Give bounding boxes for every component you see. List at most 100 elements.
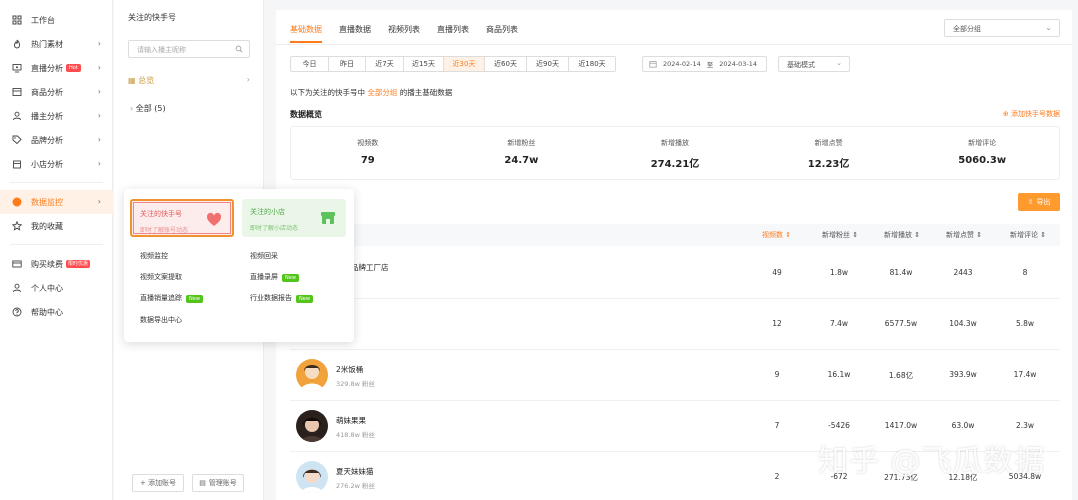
manage-icon: ▤ — [199, 479, 206, 487]
menu-video-script-extract[interactable]: 视频文案提取 — [140, 272, 182, 282]
account-fans: 329.8w 粉丝 — [336, 380, 375, 388]
stat-value: 79 — [360, 155, 375, 166]
column-header-new-fans[interactable]: 新增粉丝 ⇕ — [822, 230, 858, 240]
column-label: 新增播放 — [884, 231, 912, 239]
nav-item-brand-analysis[interactable]: 品牌分析 › — [0, 128, 113, 152]
nav-label: 小店分析 — [31, 159, 63, 169]
range-yesterday[interactable]: 昨日 — [329, 57, 366, 71]
nav-label: 品牌分析 — [31, 135, 63, 145]
column-header-videos[interactable]: 视频数 ⇕ — [762, 230, 791, 240]
range-today[interactable]: 今日 — [291, 57, 329, 71]
nav-item-data-monitor[interactable]: 数据监控 › — [0, 190, 113, 214]
menu-label: 行业数据报告 — [250, 294, 292, 302]
nav-item-workbench[interactable]: 工作台 — [0, 8, 113, 32]
manage-label: 管理账号 — [208, 479, 237, 487]
nav-divider — [10, 244, 103, 245]
cell-plays: 6577.5w — [884, 319, 918, 328]
all-accounts-item[interactable]: › 全部 (5) — [130, 103, 166, 114]
tab-divider — [276, 44, 1072, 45]
nav-label: 购买续费 — [31, 259, 63, 269]
data-description: 以下为关注的快手号中 全部分组 的播主基础数据 — [290, 87, 452, 98]
date-separator: 至 — [706, 61, 714, 69]
plus-circle-icon: ⊕ — [1002, 110, 1011, 118]
table-row[interactable]: 2米饭桶 329.8w 粉丝 9 16.1w 1.68亿 393.9w 17.4… — [290, 350, 1060, 401]
add-account-button[interactable]: + 添加账号 — [132, 474, 184, 492]
table-row[interactable]: 宸 粉丝 12 7.4w 6577.5w 104.3w 5.8w — [290, 299, 1060, 350]
nav-label: 数据监控 — [31, 197, 63, 207]
nav-item-streamer-analysis[interactable]: 播主分析 › — [0, 104, 113, 128]
date-end: 2024-03-14 — [719, 60, 758, 68]
followed-store-card[interactable]: 关注的小店 即时了解小店动态 — [242, 199, 346, 237]
overview-group[interactable]: ▦ 总览 › — [128, 75, 250, 86]
date-range-tabs: 今日 昨日 近7天 近15天 近30天 近60天 近90天 近180天 — [290, 56, 616, 72]
tab-bar: 基础数据 直播数据 视频列表 直播列表 商品列表 — [290, 24, 535, 43]
sort-icon: ⇕ — [785, 231, 792, 239]
column-header-new-comments[interactable]: 新增评论 ⇕ — [1010, 230, 1046, 240]
person-icon — [12, 283, 22, 293]
mode-select[interactable]: 基础模式 ⌄ — [778, 56, 850, 72]
stat-new-comments: 新增评论 5060.3w — [905, 127, 1059, 179]
card-title: 关注的快手号 — [140, 210, 182, 218]
group-select[interactable]: 全部分组 ⌄ — [944, 19, 1060, 37]
menu-data-export-center[interactable]: 数据导出中心 — [140, 315, 182, 325]
menu-live-sales-tracking[interactable]: 直播销量追踪 New — [140, 293, 203, 303]
card-icon — [12, 259, 22, 269]
range-30d[interactable]: 近30天 — [444, 57, 485, 71]
account-name[interactable]: 2米饭桶 — [336, 364, 363, 375]
avatar[interactable] — [296, 461, 328, 493]
search-input[interactable]: 请输入播主昵称 — [128, 40, 250, 58]
watermark: 知乎 @飞瓜数据 — [818, 444, 1046, 479]
menu-label: 直播录屏 — [250, 273, 278, 281]
account-name[interactable]: 萌妹果果 — [336, 415, 366, 426]
avatar[interactable] — [296, 359, 328, 391]
column-header-new-plays[interactable]: 新增播放 ⇕ — [884, 230, 920, 240]
nav-item-product-analysis[interactable]: 商品分析 › — [0, 80, 113, 104]
avatar[interactable] — [296, 410, 328, 442]
nav-item-favorites[interactable]: 我的收藏 — [0, 214, 113, 238]
store-icon — [321, 212, 335, 224]
cell-likes: 104.3w — [949, 319, 977, 328]
search-icon[interactable] — [235, 45, 243, 53]
stat-video-count: 视频数 79 — [291, 127, 445, 179]
account-fans: 418.8w 粉丝 — [336, 431, 375, 439]
range-60d[interactable]: 近60天 — [485, 57, 527, 71]
date-range-picker[interactable]: 2024-02-14 至 2024-03-14 — [642, 56, 767, 72]
range-7d[interactable]: 近7天 — [366, 57, 404, 71]
menu-label: 直播销量追踪 — [140, 294, 182, 302]
account-name[interactable]: 夏天妹妹猫 — [336, 466, 374, 477]
menu-industry-report[interactable]: 行业数据报告 New — [250, 293, 313, 303]
nav-item-hot-material[interactable]: 热门素材 › — [0, 32, 113, 56]
tab-live-list[interactable]: 直播列表 — [437, 24, 469, 43]
range-90d[interactable]: 近90天 — [527, 57, 569, 71]
nav-divider — [10, 182, 103, 183]
table-row[interactable]: 智能品牌工厂店 粉丝 49 1.8w 81.4w 2443 8 — [290, 248, 1060, 299]
menu-video-monitor[interactable]: 视频监控 — [140, 251, 168, 261]
add-kuaishou-link[interactable]: ⊕ 添加快手号数据 — [1003, 109, 1060, 119]
desc-highlight: 全部分组 — [367, 88, 398, 97]
sort-icon: ⇕ — [976, 231, 983, 239]
nav-item-help[interactable]: 帮助中心 — [0, 300, 113, 324]
export-button[interactable]: ⇪ 导出 — [1018, 193, 1060, 211]
nav-item-store-analysis[interactable]: 小店分析 › — [0, 152, 113, 176]
stat-value: 24.7w — [504, 155, 539, 166]
nav-item-live-analysis[interactable]: 直播分析 Hot › — [0, 56, 113, 80]
cell-videos: 7 — [774, 421, 780, 430]
stat-label: 新增粉丝 — [507, 139, 536, 147]
tab-live-data[interactable]: 直播数据 — [339, 24, 371, 43]
range-180d[interactable]: 近180天 — [569, 57, 615, 71]
export-icon: ⇪ — [1027, 198, 1034, 206]
manage-account-button[interactable]: ▤ 管理账号 — [192, 474, 244, 492]
nav-item-profile[interactable]: 个人中心 — [0, 276, 113, 300]
tab-product-list[interactable]: 商品列表 — [486, 24, 518, 43]
nav-item-purchase[interactable]: 购买续费 限时优惠 — [0, 252, 113, 276]
export-label: 导出 — [1036, 198, 1051, 206]
tab-video-list[interactable]: 视频列表 — [388, 24, 420, 43]
cell-videos: 9 — [774, 370, 780, 379]
column-header-new-likes[interactable]: 新增点赞 ⇕ — [946, 230, 982, 240]
followed-kuaishou-card[interactable]: 关注的快手号 即时了解账号动态 — [130, 199, 234, 237]
menu-video-collect[interactable]: 视频回采 — [250, 251, 278, 261]
range-15d[interactable]: 近15天 — [404, 57, 444, 71]
promo-badge: 限时优惠 — [66, 260, 91, 268]
tab-basic-data[interactable]: 基础数据 — [290, 24, 322, 43]
menu-live-recording[interactable]: 直播录屏 New — [250, 272, 299, 282]
